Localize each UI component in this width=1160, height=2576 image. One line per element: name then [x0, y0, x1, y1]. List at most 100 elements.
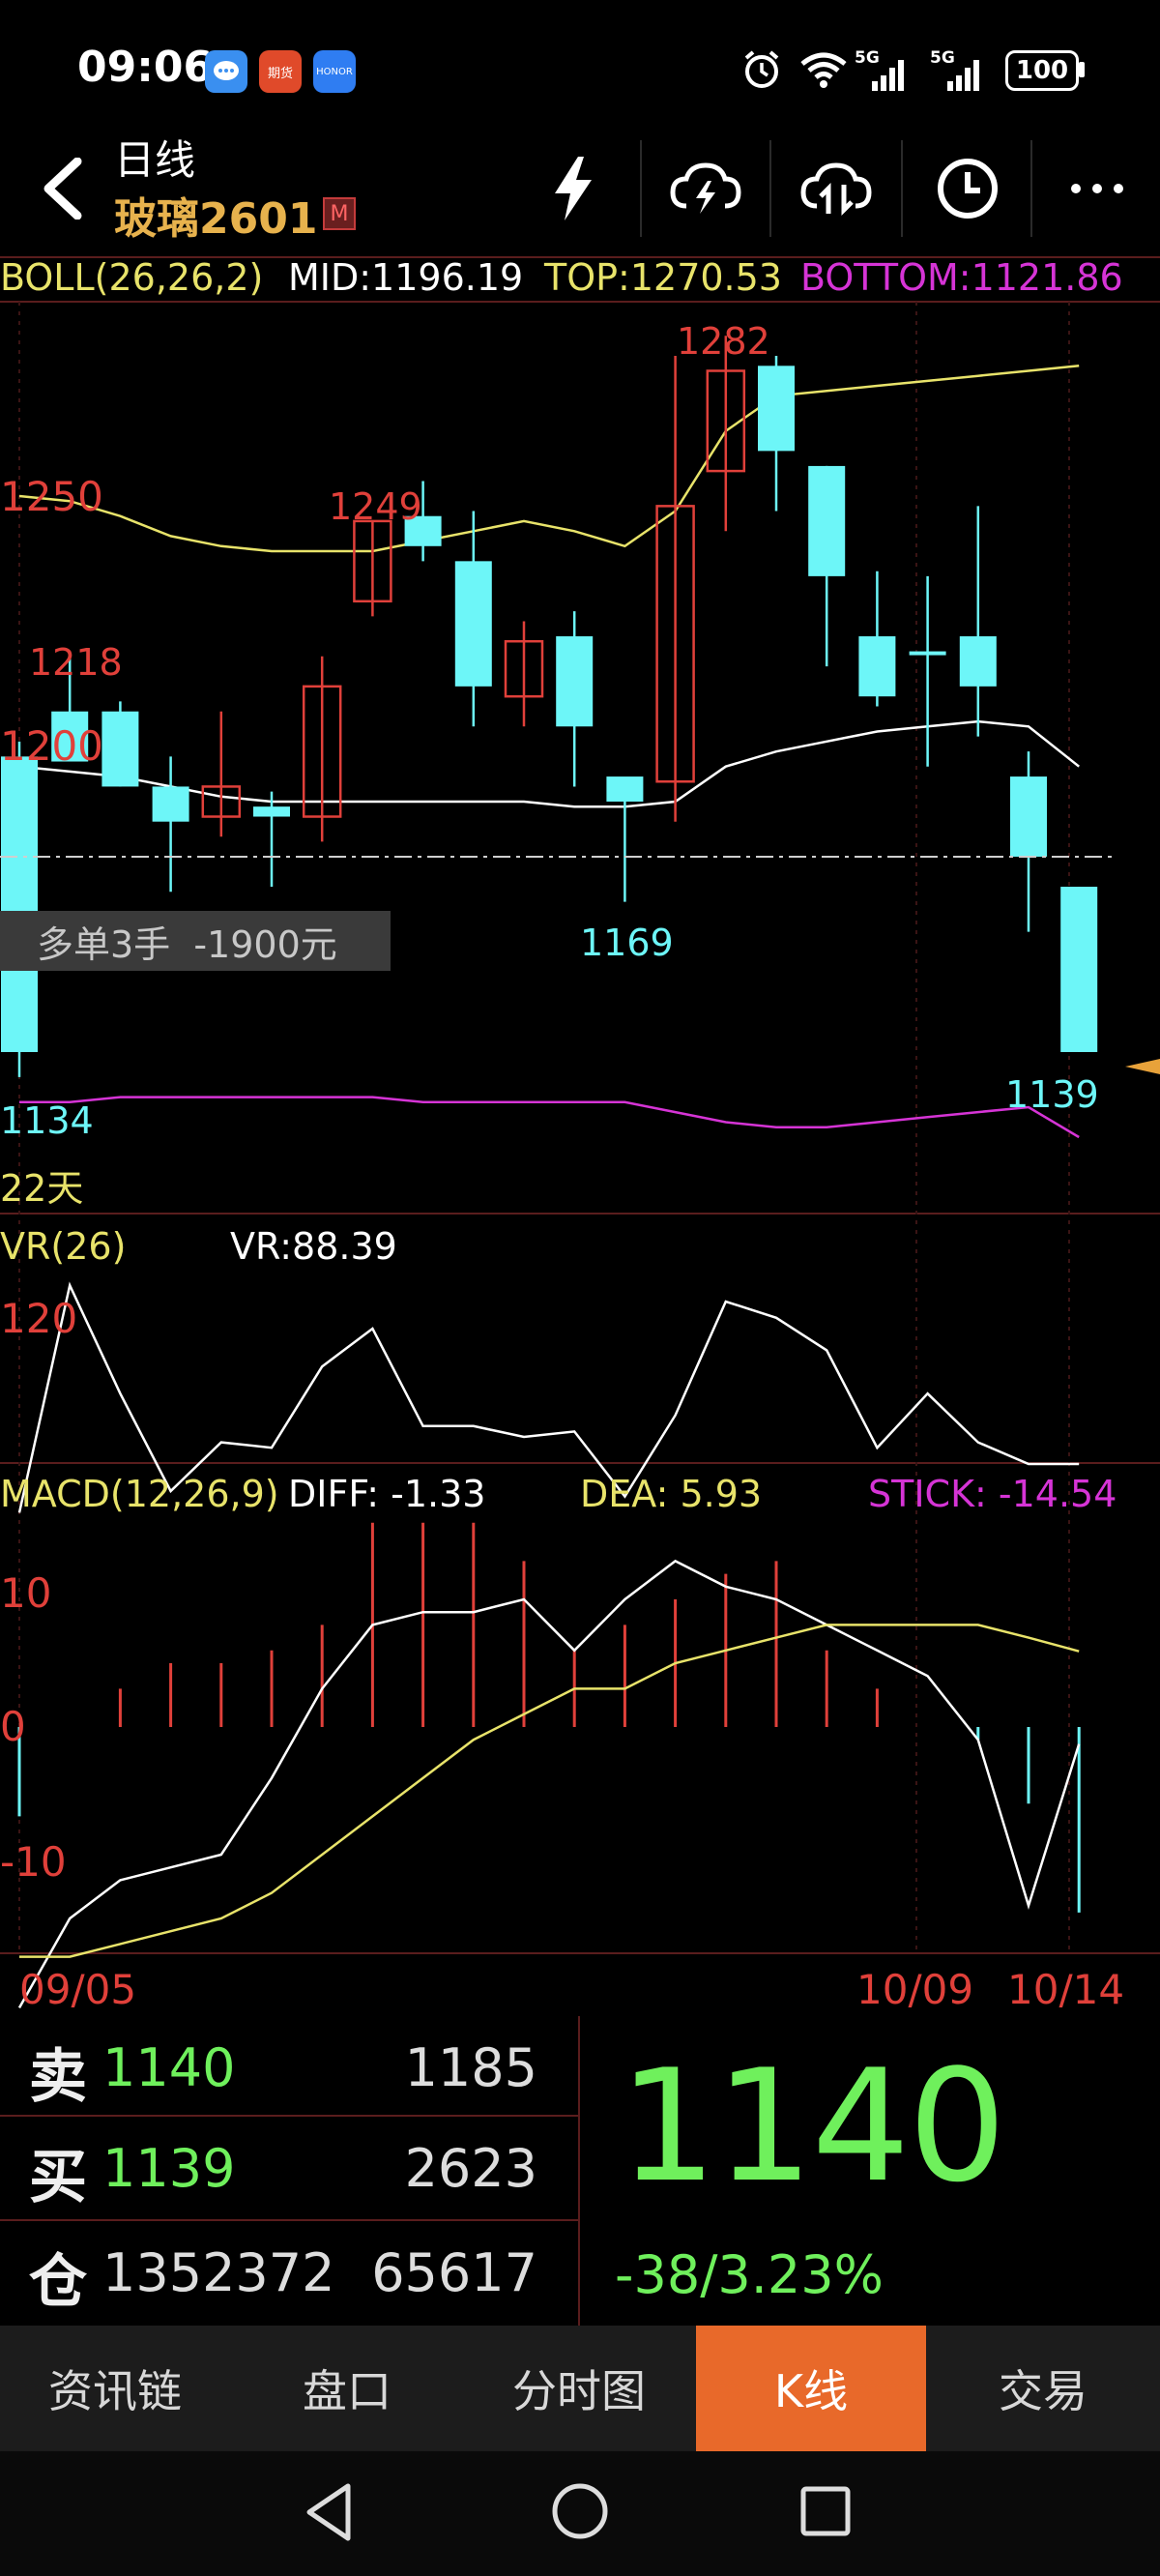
- nav-home-icon: [552, 2483, 608, 2539]
- nav-home-button[interactable]: [549, 2480, 611, 2546]
- order-book: 卖 1140 1185 买 1139 2623 仓 1352372 65617: [0, 2016, 580, 2326]
- signal-2-icon: [945, 56, 984, 95]
- open-interest-label: 仓: [29, 2248, 87, 2316]
- battery-icon: 100: [1005, 50, 1079, 91]
- high-marker-1249: 1249: [329, 485, 422, 528]
- nav-back-icon: [306, 2483, 351, 2541]
- flash-order-button[interactable]: [530, 145, 617, 232]
- signal-1-icon: [870, 56, 909, 95]
- nav-recents-button[interactable]: [798, 2484, 853, 2542]
- candle-body-down: [606, 776, 644, 802]
- nav-back-button[interactable]: [300, 2478, 358, 2550]
- cloud-lightning-icon: [670, 162, 741, 214]
- boll-top-value: TOP:1270.53: [544, 256, 782, 299]
- boll-bottom-value: BOTTOM:1121.86: [800, 256, 1123, 299]
- price-change: -38/3.23%: [615, 2244, 884, 2305]
- tab-intraday[interactable]: 分时图: [464, 2326, 694, 2451]
- bottom-tab-bar: 资讯链 盘口 分时图 K线 交易: [0, 2326, 1160, 2451]
- low-marker-1139: 1139: [1005, 1073, 1099, 1116]
- period-label[interactable]: 日线: [114, 128, 195, 187]
- nav-recents-icon: [800, 2486, 851, 2536]
- system-nav-bar: [0, 2451, 1160, 2576]
- quote-panel: 卖 1140 1185 买 1139 2623 仓 1352372 65617 …: [0, 2016, 1160, 2326]
- more-button[interactable]: [1054, 145, 1141, 232]
- header-divider: [901, 140, 903, 237]
- buy-volume: 2623: [404, 2138, 537, 2199]
- macd-diff-value: DIFF: -1.33: [288, 1473, 486, 1515]
- high-marker-1218: 1218: [29, 641, 123, 684]
- date-end: 10/14: [1007, 1966, 1125, 2013]
- candle-body-down: [858, 636, 896, 697]
- more-dots-icon: [1071, 184, 1123, 193]
- macd-dea-line: [19, 1624, 1080, 1958]
- macd-axis-10: 10: [0, 1569, 52, 1617]
- header-divider: [640, 140, 642, 237]
- tab-trade[interactable]: 交易: [928, 2326, 1158, 2451]
- market-badge: M: [323, 197, 356, 230]
- high-marker-1282: 1282: [677, 320, 770, 363]
- candle-body-down: [152, 786, 189, 822]
- history-button[interactable]: [924, 145, 1011, 232]
- status-bar: 09:06 期货 HONOR 5G 5G 100: [0, 0, 1160, 135]
- low-marker-1134: 1134: [0, 1099, 94, 1142]
- price-axis-1200: 1200: [0, 722, 103, 770]
- tab-news-chain[interactable]: 资讯链: [0, 2326, 230, 2451]
- cloud-sync-button[interactable]: [793, 145, 880, 232]
- futures-app-icon: 期货: [259, 50, 302, 93]
- position-tag[interactable]: 多单3手 -1900元: [0, 911, 391, 971]
- cloud-condition-button[interactable]: [662, 145, 749, 232]
- tab-order-book[interactable]: 盘口: [232, 2326, 462, 2451]
- candle-body-down: [1060, 887, 1098, 1052]
- vr-value: VR:88.39: [230, 1225, 397, 1268]
- header-divider: [769, 140, 771, 237]
- battery-level: 100: [1015, 56, 1069, 85]
- back-arrow-icon: [44, 158, 82, 220]
- back-button[interactable]: [23, 150, 101, 227]
- clock: 09:06: [77, 43, 214, 92]
- macd-label: MACD(12,26,9): [0, 1473, 279, 1515]
- low-marker-1169: 1169: [580, 922, 674, 964]
- candle-body-down: [253, 806, 290, 817]
- candle-body-down: [959, 636, 997, 687]
- candle-body-down: [909, 651, 946, 656]
- honor-app-icon: HONOR: [313, 50, 356, 93]
- boll-top-line: [18, 365, 1080, 553]
- candle-body-down: [454, 561, 492, 687]
- current-price-pointer: [1125, 1059, 1160, 1074]
- vr-label: VR(26): [0, 1225, 127, 1268]
- vr-axis-120: 120: [0, 1295, 78, 1342]
- date-mid: 10/09: [856, 1966, 974, 2013]
- kline-svg: [0, 256, 1160, 2009]
- divider: [0, 2219, 578, 2221]
- boll-label: BOLL(26,26,2): [0, 256, 264, 299]
- battery-tip: [1079, 62, 1085, 77]
- sell-volume: 1185: [404, 2037, 537, 2098]
- candle-body-down: [1010, 776, 1047, 857]
- wifi-icon: [798, 50, 849, 93]
- buy-price: 1139: [102, 2138, 236, 2199]
- candle-body-down: [808, 465, 846, 576]
- candle-body-down: [1, 756, 38, 1052]
- macd-diff-line: [17, 1559, 1081, 2009]
- open-interest-value: 1352372: [102, 2242, 335, 2303]
- price-axis-1250: 1250: [0, 473, 103, 520]
- lightning-icon: [555, 157, 592, 220]
- tab-kline[interactable]: K线: [696, 2326, 926, 2451]
- candle-body-down: [556, 636, 594, 727]
- message-app-icon: [205, 50, 247, 93]
- macd-dea-value: DEA: 5.93: [580, 1473, 763, 1515]
- candle-body-down: [758, 366, 795, 452]
- alarm-icon: [740, 48, 783, 95]
- contract-symbol[interactable]: 玻璃2601: [114, 184, 317, 246]
- last-price: 1140: [619, 2035, 1006, 2216]
- boll-bottom-line: [19, 1096, 1080, 1139]
- cloud-sync-icon: [800, 162, 872, 217]
- macd-axis-0: 0: [0, 1703, 26, 1750]
- boll-days-label: 22天: [0, 1167, 84, 1210]
- kline-chart[interactable]: BOLL(26,26,2) MID:1196.19 TOP:1270.53 BO…: [0, 256, 1160, 2013]
- date-start: 09/05: [19, 1966, 137, 2013]
- open-interest-change: 65617: [371, 2242, 537, 2303]
- macd-stick-value: STICK: -14.54: [868, 1473, 1117, 1515]
- sell-price: 1140: [102, 2037, 236, 2098]
- sell-label: 卖: [29, 2043, 87, 2111]
